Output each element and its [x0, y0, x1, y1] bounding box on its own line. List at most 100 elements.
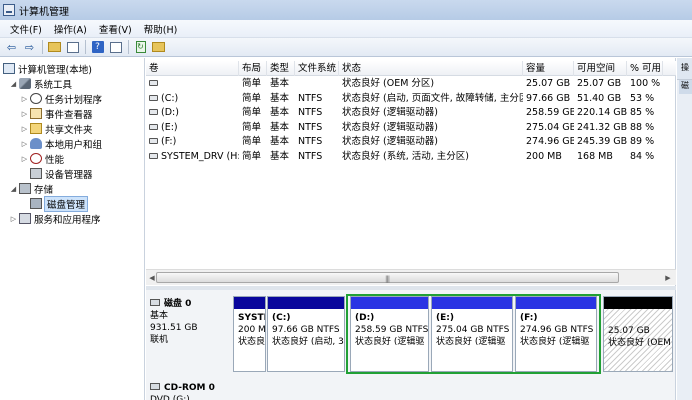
- scroll-right-icon[interactable]: ▶: [662, 272, 674, 284]
- partition-size: 25.07 GB: [608, 326, 650, 336]
- expand-arrow-icon[interactable]: ▷: [9, 215, 18, 223]
- cell-layout: 简单: [239, 135, 267, 149]
- column-capacity[interactable]: 容量: [523, 61, 574, 76]
- scrollbar-thumb[interactable]: |||: [156, 272, 619, 283]
- partition-name: SYSTI: [238, 313, 266, 323]
- partition-c[interactable]: (C:) 97.66 GB NTFS 状态良好 (启动, 3: [267, 296, 345, 372]
- tree-item-label: 任务计划程序: [45, 94, 103, 106]
- menu-view[interactable]: 查看(V): [93, 22, 138, 36]
- cell-type: 基本: [267, 92, 295, 106]
- table-row[interactable]: SYSTEM_DRV (H:) 简单 基本 NTFS 状态良好 (系统, 活动, 主分区…: [146, 150, 676, 164]
- properties-button[interactable]: [107, 39, 124, 55]
- partition-d[interactable]: (D:) 258.59 GB NTFS 状态良好 (逻辑驱: [350, 296, 429, 372]
- tree-item-local-users[interactable]: ▷ 本地用户和组: [20, 136, 102, 151]
- expand-arrow-icon[interactable]: ▷: [20, 110, 29, 118]
- menu-action[interactable]: 操作(A): [48, 22, 93, 36]
- column-volume[interactable]: 卷: [146, 61, 239, 76]
- tree-item-shared-folders[interactable]: ▷ 共享文件夹: [20, 121, 93, 136]
- partition-oem[interactable]: 25.07 GB 状态良好 (OEM: [603, 296, 673, 372]
- partition-name: (F:): [520, 313, 538, 323]
- disk-name: 磁盘 0: [164, 299, 192, 309]
- expand-arrow-icon[interactable]: ▷: [20, 140, 29, 148]
- column-layout[interactable]: 布局: [239, 61, 267, 76]
- cell-text: 状态良好 (逻辑驱动器): [342, 121, 438, 133]
- column-percent-free[interactable]: % 可用: [627, 61, 663, 76]
- cell-text: 25.07 GB: [577, 78, 622, 89]
- menu-file[interactable]: 文件(F): [4, 22, 48, 36]
- cell-text: 基本: [270, 136, 290, 147]
- cell-text: 基本: [270, 78, 290, 89]
- table-row[interactable]: (C:) 简单 基本 NTFS 状态良好 (启动, 页面文件, 故障转储, 主分区) 97…: [146, 92, 676, 106]
- column-status[interactable]: 状态: [339, 61, 523, 76]
- show-hide-tree-button[interactable]: [64, 39, 81, 55]
- table-row[interactable]: (E:) 简单 基本 NTFS 状态良好 (逻辑驱动器) 275.04 GB 241.32 …: [146, 121, 676, 135]
- partition-size: 258.59 GB NTFS: [355, 325, 429, 335]
- partition-f[interactable]: (F:) 274.96 GB NTFS 状态良好 (逻辑驱: [515, 296, 597, 372]
- back-button[interactable]: ⇦: [3, 39, 20, 55]
- table-row[interactable]: (F:) 简单 基本 NTFS 状态良好 (逻辑驱动器) 274.96 GB 245.39 …: [146, 135, 676, 149]
- cdrom-label[interactable]: CD-ROM 0 DVD (G:): [150, 382, 232, 400]
- disk-icon: [150, 299, 160, 306]
- disk0-label[interactable]: 磁盘 0 基本 931.51 GB 联机: [150, 298, 232, 346]
- forward-button[interactable]: ⇨: [21, 39, 38, 55]
- tree-item-task-scheduler[interactable]: ▷ 任务计划程序: [20, 91, 102, 106]
- cell-text: 275.04 GB: [526, 121, 574, 133]
- actions-pane: 操 磁: [677, 58, 692, 400]
- cell-type: 基本: [267, 77, 295, 91]
- refresh-button[interactable]: ↻: [132, 39, 149, 55]
- collapse-arrow-icon[interactable]: ◢: [9, 185, 18, 193]
- cdrom-name: CD-ROM 0: [164, 383, 215, 393]
- volume-list-header: 卷 布局 类型 文件系统 状态 容量 可用空间 % 可用: [146, 61, 676, 76]
- cell-capacity: 25.07 GB: [523, 77, 574, 91]
- export-button[interactable]: [150, 39, 167, 55]
- tree-item-disk-management[interactable]: 磁盘管理: [29, 195, 89, 212]
- expand-arrow-icon[interactable]: ▷: [20, 95, 29, 103]
- cell-text: 168 MB: [577, 150, 613, 162]
- column-free-space[interactable]: 可用空间: [574, 61, 627, 76]
- cell-text: 状态良好 (逻辑驱动器): [342, 107, 438, 118]
- cell-text: (D:): [161, 107, 179, 118]
- help-icon: ?: [91, 41, 104, 53]
- cell-text: (E:): [161, 121, 178, 133]
- partition-status: 状态良好 (逻辑驱: [355, 337, 425, 347]
- table-row[interactable]: (D:) 简单 基本 NTFS 状态良好 (逻辑驱动器) 258.59 GB 220.14 …: [146, 106, 676, 120]
- actions-item-disk-management[interactable]: 磁: [679, 80, 692, 94]
- table-row[interactable]: 简单 基本 状态良好 (OEM 分区) 25.07 GB 25.07 GB 100 %: [146, 77, 676, 91]
- expand-arrow-icon[interactable]: ▷: [20, 125, 29, 133]
- cell-text: 53 %: [630, 92, 655, 104]
- partition-status: 状态良好 (逻辑驱: [520, 337, 590, 347]
- partition-name: (D:): [355, 313, 375, 323]
- export-icon: [152, 42, 165, 52]
- tree-item-event-viewer[interactable]: ▷ 事件查看器: [20, 106, 93, 121]
- cell-text: 100 %: [630, 78, 661, 89]
- disk-management-icon: [30, 198, 42, 209]
- expand-arrow-icon[interactable]: ▷: [20, 155, 29, 163]
- actions-header: 操: [677, 58, 692, 80]
- column-type[interactable]: 类型: [267, 61, 295, 76]
- tree-item-label: 本地用户和组: [45, 139, 103, 151]
- primary-partition-bar: [234, 297, 265, 309]
- collapse-arrow-icon[interactable]: ◢: [9, 80, 18, 88]
- cell-text: 简单: [242, 121, 262, 133]
- cell-text: 88 %: [630, 121, 655, 133]
- tree-item-storage[interactable]: ◢ 存储: [9, 181, 53, 196]
- tree-item-services[interactable]: ▷ 服务和应用程序: [9, 211, 101, 226]
- help-button[interactable]: ?: [89, 39, 106, 55]
- column-filesystem[interactable]: 文件系统: [295, 61, 339, 76]
- arrow-left-icon: ⇦: [6, 40, 17, 54]
- up-folder-button[interactable]: [46, 39, 63, 55]
- partition-e[interactable]: (E:) 275.04 GB NTFS 状态良好 (逻辑驱: [431, 296, 513, 372]
- tree-item-system-tools[interactable]: ◢ 系统工具: [9, 76, 72, 91]
- tree-item-root[interactable]: 计算机管理(本地): [2, 61, 92, 76]
- tree-item-device-manager[interactable]: 设备管理器: [29, 166, 93, 181]
- tree-item-performance[interactable]: ▷ 性能: [20, 151, 64, 166]
- menu-help[interactable]: 帮助(H): [138, 22, 184, 36]
- partition-system[interactable]: SYSTI 200 M 状态良: [233, 296, 266, 372]
- volume-icon: [149, 138, 158, 144]
- partition-name: (C:): [272, 313, 291, 323]
- cell-volume: [146, 77, 239, 91]
- partition-size: 200 M: [238, 325, 266, 335]
- partition-status: 状态良好 (逻辑驱: [436, 337, 506, 347]
- cell-percent-free: 89 %: [627, 135, 663, 149]
- horizontal-scrollbar[interactable]: ◀ ||| ▶: [146, 269, 676, 285]
